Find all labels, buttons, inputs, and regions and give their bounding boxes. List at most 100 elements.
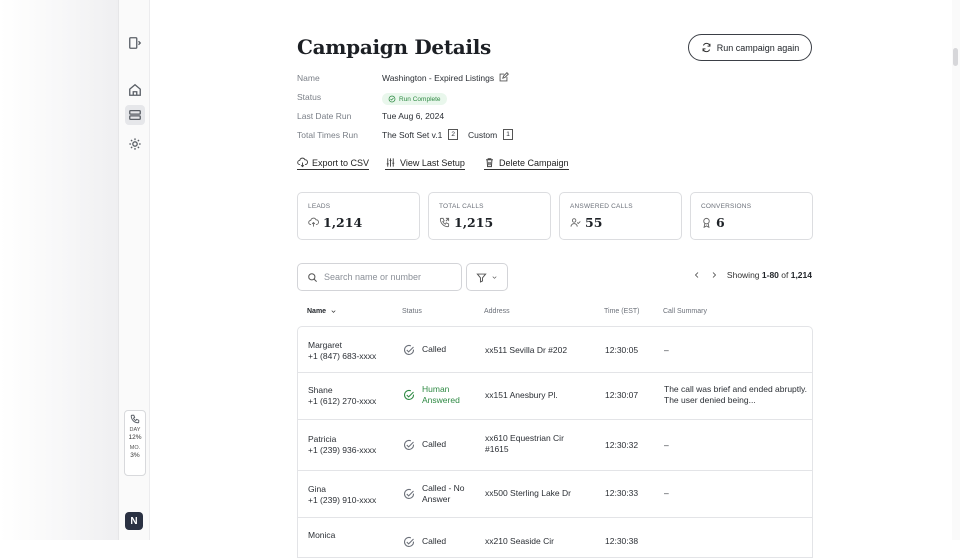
run-campaign-again-button[interactable]: Run campaign again [688, 34, 812, 61]
summary-cell: – [664, 345, 669, 355]
lead-phone: +1 (239) 936-xxxx [308, 445, 377, 456]
times-run-custom-count: 1 [503, 129, 513, 140]
page-title: Campaign Details [297, 35, 491, 59]
trash-icon [486, 158, 493, 168]
status-text: Called [422, 344, 447, 355]
times-run-custom: Custom [467, 129, 498, 140]
check-circle-icon [388, 95, 396, 103]
status-text: Human Answered [422, 384, 460, 406]
check-circle-icon [404, 390, 415, 401]
status-text: Called [422, 439, 447, 450]
column-header-time: Time (EST) [604, 308, 640, 315]
search-icon [308, 272, 317, 282]
search-input[interactable] [324, 272, 454, 282]
lead-cell: Shane +1 (612) 270-xxxx [308, 385, 376, 408]
times-run-set: The Soft Set v.1 [382, 129, 443, 140]
phone-outgoing-icon [439, 217, 450, 228]
column-header-name-label: Name [307, 308, 327, 315]
stat-label: LEADS [308, 203, 331, 210]
collapse-sidebar-icon[interactable] [125, 33, 145, 53]
search-box[interactable] [297, 263, 462, 291]
campaigns-icon[interactable] [125, 105, 145, 125]
view-last-setup-label: View Last Setup [400, 157, 465, 168]
main-content: Campaign Details Run campaign again Name… [297, 0, 817, 558]
view-last-setup-link[interactable]: View Last Setup [385, 157, 465, 170]
filter-icon [476, 273, 487, 283]
delete-campaign-link[interactable]: Delete Campaign [484, 157, 569, 170]
last-run-value: Tue Aug 6, 2024 [382, 111, 445, 121]
stat-card-total-calls: TOTAL CALLS 1,215 [428, 192, 551, 240]
stat-value: 1,214 [323, 215, 363, 230]
stat-label: ANSWERED CALLS [570, 203, 633, 210]
sliders-icon [386, 158, 395, 167]
lead-cell: Gina +1 (239) 910-xxxx [308, 484, 376, 507]
lead-name: Shane [308, 385, 333, 395]
sidebar: DAY 12% MO. 3% N [118, 0, 150, 540]
summary-cell: The call was brief and ended abruptly. T… [664, 384, 808, 406]
campaign-name: Washington - Expired Listings [382, 72, 495, 83]
pagination-total: 1,214 [790, 270, 812, 280]
summary-cell: – [664, 488, 669, 498]
status-cell: Called [403, 439, 446, 451]
stat-value: 1,215 [454, 215, 494, 230]
lead-name: Patricia [308, 434, 337, 444]
chevron-down-icon [492, 275, 497, 279]
check-circle-icon [404, 489, 415, 500]
stat-value: 55 [585, 215, 603, 230]
avatar[interactable]: N [125, 512, 143, 530]
chevron-right-icon[interactable] [710, 271, 718, 279]
address-cell: xx610 Equestrian Cir #1615 [485, 433, 564, 455]
usage-month-value: 3% [130, 451, 140, 459]
edit-icon[interactable] [498, 72, 510, 83]
run-campaign-again-label: Run campaign again [716, 42, 800, 53]
time-cell: 12:30:33 [605, 488, 639, 498]
sort-chevron-down-icon[interactable] [330, 308, 337, 315]
award-icon [703, 217, 710, 228]
scrollbar-track[interactable] [952, 0, 960, 540]
table-row[interactable]: Shane +1 (612) 270-xxxx Human Answered x… [297, 373, 813, 420]
export-csv-link[interactable]: Export to CSV [297, 157, 370, 170]
pagination-info: Showing 1-80 of 1,214 [727, 270, 812, 280]
stat-card-leads: LEADS 1,214 [297, 192, 420, 240]
table-row[interactable]: Monica Called xx210 Seaside Cir 12:30:38 [297, 518, 813, 558]
time-cell: 12:30:32 [605, 440, 639, 450]
left-background [0, 0, 118, 540]
cloud-download-icon [297, 157, 308, 168]
scrollbar-thumb[interactable] [953, 48, 958, 66]
name-label: Name [297, 73, 320, 83]
lead-phone: +1 (847) 683-xxxx [308, 351, 377, 362]
last-run-label: Last Date Run [297, 111, 352, 121]
status-badge: Run Complete [382, 90, 447, 108]
settings-gear-icon[interactable] [125, 134, 145, 154]
status-text: Called [422, 536, 447, 547]
time-cell: 12:30:07 [605, 390, 639, 400]
lead-phone: +1 (239) 910-xxxx [308, 495, 377, 506]
lead-phone: +1 (612) 270-xxxx [308, 396, 377, 407]
user-check-icon [570, 218, 581, 227]
usage-widget: DAY 12% MO. 3% [124, 410, 146, 476]
stat-label: CONVERSIONS [701, 203, 752, 210]
table-row[interactable]: Patricia +1 (239) 936-xxxx Called xx610 … [297, 420, 813, 471]
lead-name: Gina [308, 484, 326, 494]
phone-icon [130, 414, 140, 424]
address-cell: xx511 Sevilla Dr #202 [485, 345, 568, 355]
chevron-left-icon[interactable] [693, 271, 701, 279]
usage-month-label: MO. [129, 445, 141, 451]
table-row[interactable]: Margaret +1 (847) 683-xxxx Called xx511 … [297, 326, 813, 373]
lead-name: Margaret [308, 340, 343, 350]
delete-campaign-label: Delete Campaign [499, 157, 569, 168]
table-row[interactable]: Gina +1 (239) 910-xxxx Called - No Answe… [297, 471, 813, 518]
address-cell: xx500 Sterling Lake Dr [485, 488, 571, 498]
status-label: Status [297, 92, 322, 102]
home-icon[interactable] [125, 80, 145, 100]
filter-button[interactable] [466, 263, 508, 291]
refresh-icon [702, 42, 711, 53]
column-header-name[interactable]: Name [307, 308, 337, 315]
status-cell: Called - No Answer [403, 483, 470, 506]
summary-cell: – [664, 440, 669, 450]
address-cell: xx151 Anesbury Pl. [485, 390, 558, 400]
name-value: Washington - Expired Listings [382, 72, 510, 83]
pagination: Showing 1-80 of 1,214 [680, 270, 812, 280]
status-cell: Called [403, 536, 446, 548]
stat-card-answered-calls: ANSWERED CALLS 55 [559, 192, 682, 240]
